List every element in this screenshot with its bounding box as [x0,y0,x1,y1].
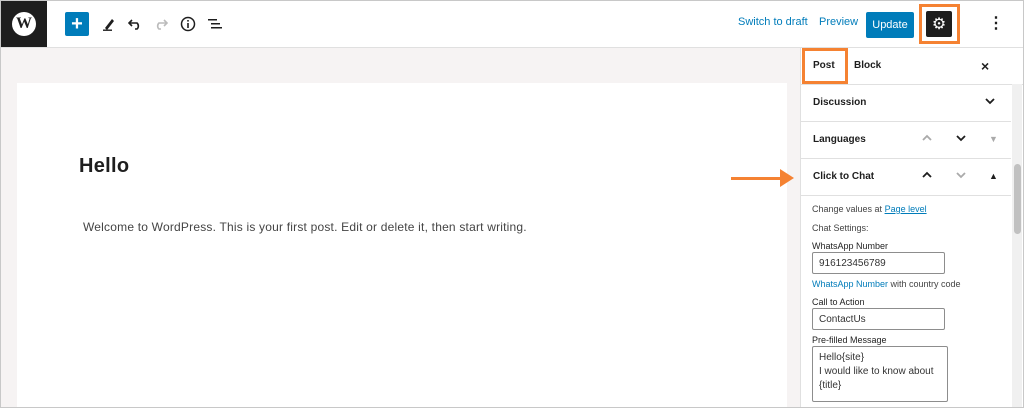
details-button[interactable] [177,13,199,35]
scrollbar-thumb[interactable] [1014,164,1021,234]
update-button[interactable]: Update [866,12,914,38]
sidebar-scrollbar[interactable] [1012,84,1022,407]
editor-canvas: Hello Welcome to WordPress. This is your… [17,83,787,407]
more-vertical-icon: ⋮ [988,15,1004,32]
plus-icon: + [71,13,83,35]
call-to-action-input[interactable]: ContactUs [812,308,945,330]
panel-discussion[interactable]: Discussion [801,85,1011,122]
whatsapp-number-input[interactable]: 916123456789 [812,252,945,274]
annotation-arrow-line [731,177,783,180]
settings-button[interactable]: ⚙ [926,11,952,37]
divider [801,195,1011,196]
preview-button[interactable]: Preview [819,16,858,28]
close-sidebar-button[interactable]: × [981,58,989,74]
list-view-icon [208,19,222,29]
tab-block[interactable]: Block [854,60,881,71]
whatsapp-number-hint: WhatsApp Number with country code [812,279,961,289]
panel-discussion-title: Discussion [813,97,867,108]
tools-button[interactable] [98,13,120,35]
editor-window: W + Switch to draft Preview Update ⚙ ⋮ H… [0,0,1024,408]
list-view-button[interactable] [204,13,226,35]
panel-click-to-chat-title: Click to Chat [813,171,875,182]
move-up-icon[interactable] [921,132,933,146]
chevron-down-icon [984,95,996,109]
move-up-icon[interactable] [921,169,933,183]
gear-icon: ⚙ [931,16,947,33]
undo-button[interactable] [124,13,146,35]
prefilled-message-textarea[interactable]: Hello{site} I would like to know about {… [812,346,948,402]
move-down-icon[interactable] [955,169,967,183]
redo-icon [156,19,168,30]
undo-icon [128,19,140,30]
close-icon: × [981,58,990,74]
pencil-icon [103,19,114,31]
prefilled-message-label: Pre-filled Message [812,335,887,345]
post-title[interactable]: Hello [79,155,129,178]
info-icon [180,16,196,32]
whatsapp-number-link[interactable]: WhatsApp Number [812,279,888,289]
panel-languages[interactable]: Languages ▼ [801,122,1011,159]
add-block-button[interactable]: + [65,12,89,36]
wordpress-icon: W [12,12,36,36]
settings-sidebar: Post Block × Discussion Languages ▼ Clic… [800,48,1023,407]
annotation-arrow-head [780,169,794,187]
toggle-up-icon[interactable]: ▲ [989,171,998,181]
change-values-text: Change values at Page level [812,204,927,214]
whatsapp-number-label: WhatsApp Number [812,241,889,251]
chat-settings-label: Chat Settings: [812,223,869,233]
paragraph-block[interactable]: Welcome to WordPress. This is your first… [83,220,527,234]
panel-languages-title: Languages [813,134,866,145]
panel-click-to-chat[interactable]: Click to Chat ▲ [801,159,1011,195]
redo-button[interactable] [150,13,172,35]
move-down-icon[interactable] [955,132,967,146]
call-to-action-label: Call to Action [812,297,865,307]
tab-post[interactable]: Post [813,60,835,71]
more-options-button[interactable]: ⋮ [986,13,1006,35]
page-level-link[interactable]: Page level [885,204,927,214]
top-toolbar: W + Switch to draft Preview Update ⚙ ⋮ [1,1,1023,48]
switch-to-draft-button[interactable]: Switch to draft [738,16,808,28]
wordpress-logo[interactable]: W [1,1,47,47]
toggle-down-icon[interactable]: ▼ [989,134,998,144]
sidebar-tabs: Post Block × [801,48,1023,85]
